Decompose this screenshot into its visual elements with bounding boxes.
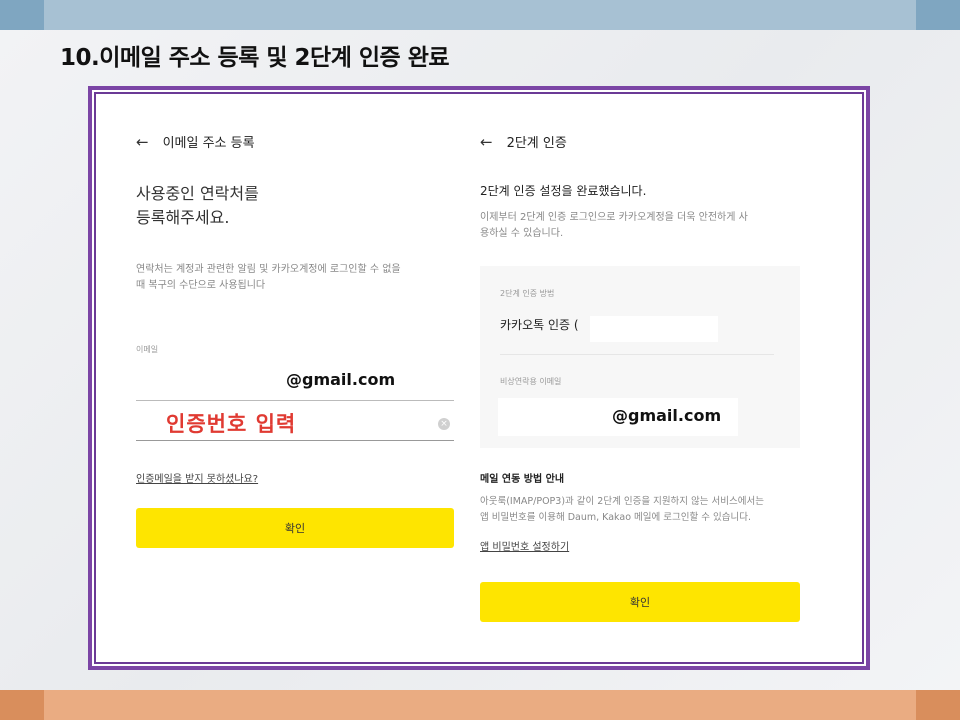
mail-guide-line-2: 앱 비밀번호를 이용해 Daum, Kakao 메일에 로그인할 수 있습니다. xyxy=(480,512,752,523)
auth-info-box: 2단계 인증 방법 카카오톡 인증 ( 비상연락용 이메일 @gmail.com xyxy=(480,266,800,448)
heading-line-2: 등록해주세요. xyxy=(136,208,230,227)
confirm-button[interactable]: 확인 xyxy=(480,582,800,622)
slide-bottom-bar xyxy=(0,690,960,720)
mail-guide-title: 메일 연동 방법 안내 xyxy=(480,474,565,485)
code-input-text: 인증번호 입력 xyxy=(166,412,297,436)
mail-guide-line-1: 아웃룩(IMAP/POP3)과 같이 2단계 인증을 지원하지 않는 서비스에서… xyxy=(480,496,765,507)
backup-email-value: @gmail.com xyxy=(612,406,722,425)
completion-heading: 2단계 인증 설정을 완료했습니다. xyxy=(480,184,647,198)
redacted-mask xyxy=(590,316,718,342)
app-password-link[interactable]: 앱 비밀번호 설정하기 xyxy=(480,538,569,553)
slide-top-bar xyxy=(0,0,960,30)
email-value: @gmail.com xyxy=(286,370,396,389)
verification-code-input[interactable]: 인증번호 입력 × xyxy=(136,406,454,441)
confirm-button[interactable]: 확인 xyxy=(136,508,454,548)
screenshot-frame: ← 이메일 주소 등록 사용중인 연락처를 등록해주세요. 연락처는 계정과 관… xyxy=(88,86,870,670)
slide-title: 10.이메일 주소 등록 및 2단계 인증 완료 xyxy=(60,45,450,71)
confirm-button-label: 확인 xyxy=(284,522,306,535)
completion-desc-line-2: 용하실 수 있습니다. xyxy=(480,228,564,239)
header-title: 2단계 인증 xyxy=(506,136,567,151)
back-arrow-icon[interactable]: ← xyxy=(136,133,149,151)
header-title: 이메일 주소 등록 xyxy=(162,136,255,151)
clear-circle-icon[interactable]: × xyxy=(438,418,450,430)
confirm-button-label: 확인 xyxy=(629,596,651,609)
back-arrow-icon[interactable]: ← xyxy=(480,133,493,151)
email-label: 이메일 xyxy=(136,345,159,354)
two-step-panel: ← 2단계 인증 2단계 인증 설정을 완료했습니다. 이제부터 2단계 인증 … xyxy=(480,94,802,662)
screenshot: ← 이메일 주소 등록 사용중인 연락처를 등록해주세요. 연락처는 계정과 관… xyxy=(96,94,862,662)
box-divider xyxy=(500,354,774,355)
method-label: 2단계 인증 방법 xyxy=(500,289,555,298)
email-register-header: ← 이메일 주소 등록 xyxy=(136,132,255,152)
method-value: 카카오톡 인증 ( xyxy=(500,318,579,332)
email-register-panel: ← 이메일 주소 등록 사용중인 연락처를 등록해주세요. 연락처는 계정과 관… xyxy=(136,94,456,662)
backup-email-label: 비상연락용 이메일 xyxy=(500,377,562,386)
description-line-1: 연락처는 계정과 관련한 알림 및 카카오계정에 로그인할 수 없을 xyxy=(136,264,401,275)
heading-line-1: 사용중인 연락처를 xyxy=(136,184,259,203)
description-line-2: 때 복구의 수단으로 사용됩니다 xyxy=(136,280,266,291)
resend-email-link[interactable]: 인증메일을 받지 못하셨나요? xyxy=(136,470,258,485)
completion-desc-line-1: 이제부터 2단계 인증 로그인으로 카카오계정을 더욱 안전하게 사 xyxy=(480,212,748,223)
email-field[interactable]: @gmail.com xyxy=(136,366,454,401)
two-step-header: ← 2단계 인증 xyxy=(480,132,567,152)
